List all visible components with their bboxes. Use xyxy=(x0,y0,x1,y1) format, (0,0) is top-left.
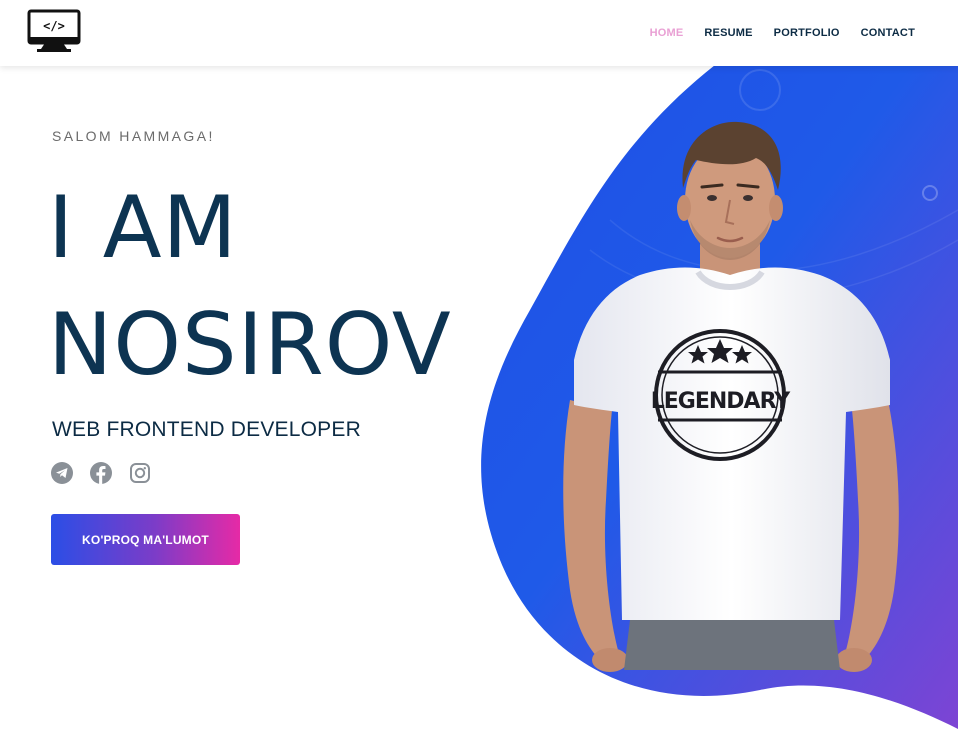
hero-title: I AM NOSIROV xyxy=(48,170,452,404)
shirt-logo-text: LEGENDARY xyxy=(651,389,792,414)
nav-item-home[interactable]: HOME xyxy=(650,27,684,39)
svg-text:</>: </> xyxy=(43,19,65,33)
hero-title-line2: NOSIROV xyxy=(48,295,452,395)
more-info-button[interactable]: KO'PROQ MA'LUMOT xyxy=(51,514,240,565)
nav-item-resume[interactable]: RESUME xyxy=(704,27,752,39)
hero-title-line1: I AM xyxy=(48,178,238,278)
telegram-icon[interactable] xyxy=(51,462,73,484)
hero-greeting: SALOM HAMMAGA! xyxy=(52,128,215,144)
social-links xyxy=(51,462,168,484)
code-monitor-icon[interactable]: </> xyxy=(27,9,81,53)
instagram-icon[interactable] xyxy=(129,462,151,484)
facebook-icon[interactable] xyxy=(90,462,112,484)
hero-illustration: LEGENDARY xyxy=(470,60,958,729)
nav-item-portfolio[interactable]: PORTFOLIO xyxy=(774,27,840,39)
hero-subtitle: WEB FRONTEND DEVELOPER xyxy=(52,418,361,441)
site-header: </> HOME RESUME PORTFOLIO CONTACT xyxy=(0,0,958,66)
main-nav: HOME RESUME PORTFOLIO CONTACT xyxy=(650,0,958,66)
nav-item-contact[interactable]: CONTACT xyxy=(861,27,915,39)
